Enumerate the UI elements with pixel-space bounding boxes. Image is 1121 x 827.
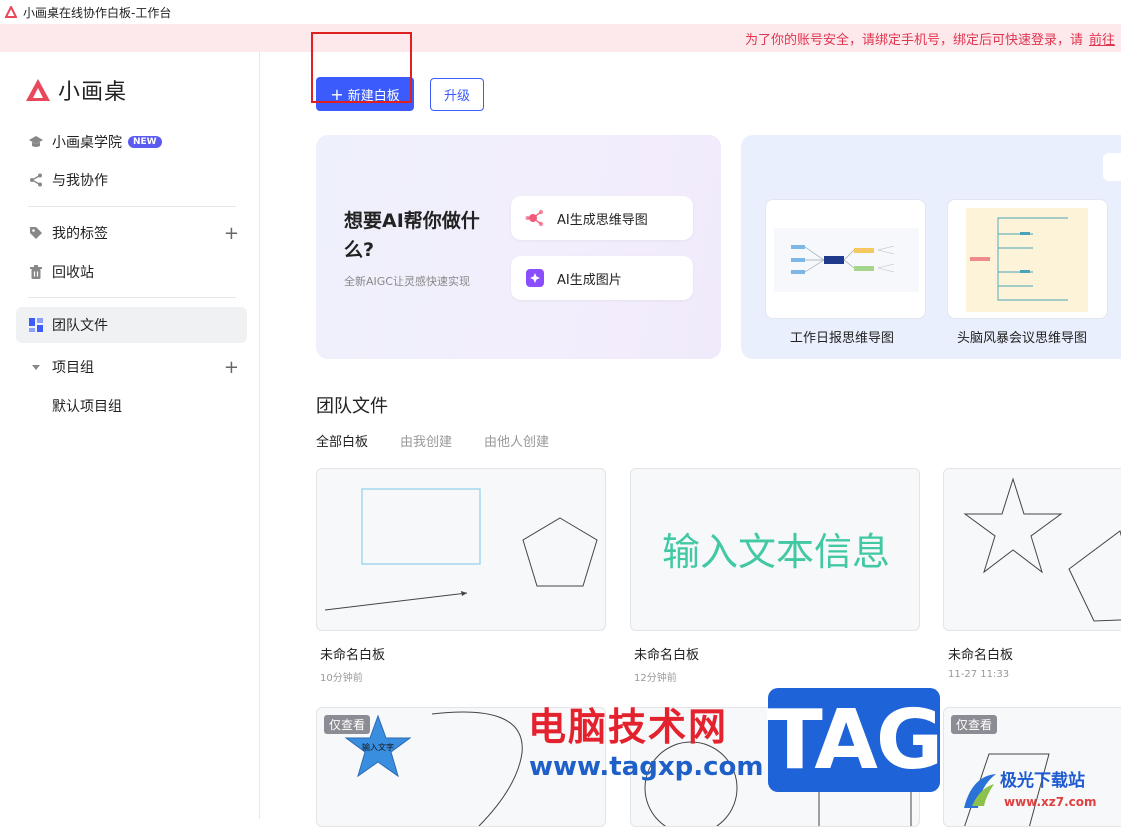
tab-created-by-me[interactable]: 由我创建 bbox=[400, 431, 452, 450]
sidebar-item-label: 我的标签 bbox=[52, 226, 108, 242]
templates-toggle[interactable] bbox=[1103, 153, 1121, 181]
window-titlebar: 小画桌在线协作白板-工作台 bbox=[0, 0, 1121, 24]
sidebar-divider bbox=[28, 206, 236, 207]
notice-text: 为了你的账号安全，请绑定手机号，绑定后可快速登录，请 bbox=[744, 32, 1083, 48]
ai-mindmap-label: AI生成思维导图 bbox=[557, 212, 648, 228]
board-time: 11-27 11:33 bbox=[948, 669, 1010, 680]
ai-promo-card: 想要AI帮你做什么? 全新AIGC让灵感快速实现 AI生成思维导图 AI生成图片 bbox=[316, 135, 721, 359]
sidebar-item-trash[interactable]: 回收站 bbox=[16, 254, 247, 290]
board-card[interactable] bbox=[316, 468, 606, 631]
templates-card: 工作日报思维导图 头脑风暴会议思维导图 bbox=[741, 135, 1121, 359]
brand[interactable]: 小画桌 bbox=[24, 74, 127, 106]
sidebar-item-tags[interactable]: 我的标签 + bbox=[16, 215, 247, 251]
add-project-plus-icon[interactable]: + bbox=[224, 357, 239, 378]
star-text: 输入文字 bbox=[362, 742, 394, 752]
template-thumbnail bbox=[966, 208, 1088, 312]
template-thumbnail bbox=[774, 228, 919, 292]
trash-icon bbox=[28, 264, 44, 280]
ai-subtitle: 全新AIGC让灵感快速实现 bbox=[344, 275, 470, 288]
filter-tabs: 全部白板 由我创建 由他人创建 bbox=[316, 431, 581, 450]
read-only-badge: 仅查看 bbox=[324, 715, 371, 734]
board-name: 未命名白板 bbox=[634, 648, 700, 663]
image-sparkle-icon bbox=[526, 269, 544, 287]
sidebar-item-label: 与我协作 bbox=[52, 173, 108, 189]
sidebar-divider bbox=[28, 297, 236, 298]
template-daily-report[interactable] bbox=[765, 199, 926, 319]
board-thumbnail bbox=[324, 488, 598, 611]
ai-mindmap-button[interactable]: AI生成思维导图 bbox=[511, 196, 693, 240]
brand-logo-icon bbox=[26, 79, 50, 101]
board-time: 10分钟前 bbox=[320, 673, 363, 684]
template-brainstorm[interactable] bbox=[947, 199, 1108, 319]
tab-all[interactable]: 全部白板 bbox=[316, 431, 368, 450]
new-board-button[interactable]: + 新建白板 bbox=[316, 77, 414, 111]
watermark-text-cn: 电脑技术网 bbox=[528, 705, 729, 749]
sidebar-item-label: 小画桌学院 bbox=[52, 135, 122, 151]
watermark-url2: www.xz7.com bbox=[1004, 795, 1097, 809]
board-name: 未命名白板 bbox=[320, 648, 386, 663]
sidebar-item-label: 默认项目组 bbox=[52, 399, 122, 415]
app-logo-icon bbox=[5, 6, 17, 18]
security-notice-banner: 为了你的账号安全，请绑定手机号，绑定后可快速登录，请 前往 bbox=[0, 24, 1121, 52]
ai-image-button[interactable]: AI生成图片 bbox=[511, 256, 693, 300]
brand-name: 小画桌 bbox=[58, 80, 128, 105]
template-label: 头脑风暴会议思维导图 bbox=[957, 331, 1088, 346]
notice-link[interactable]: 前往 bbox=[1089, 29, 1115, 48]
sidebar: 小画桌 小画桌学院 NEW 与我协作 我的标签 + 回收站 团队文件 项目组 +… bbox=[0, 52, 260, 819]
ai-title: 想要AI帮你做什么? bbox=[344, 210, 480, 261]
sidebar-item-label: 项目组 bbox=[52, 360, 94, 376]
watermark-jiguang-logo-icon bbox=[964, 774, 996, 808]
sidebar-item-label: 回收站 bbox=[52, 265, 94, 281]
sidebar-item-team-files[interactable]: 团队文件 bbox=[16, 307, 247, 343]
dashboard-icon bbox=[28, 317, 44, 333]
graduation-cap-icon bbox=[28, 134, 44, 150]
sidebar-item-projects[interactable]: 项目组 + bbox=[16, 349, 247, 385]
window-title: 小画桌在线协作白板-工作台 bbox=[23, 5, 172, 20]
board-time: 12分钟前 bbox=[634, 673, 677, 684]
watermark-tag-logo: TAG bbox=[767, 688, 943, 792]
read-only-badge: 仅查看 bbox=[951, 715, 998, 734]
new-badge: NEW bbox=[128, 136, 162, 148]
template-label: 工作日报思维导图 bbox=[790, 331, 895, 346]
watermark-url: www.tagxp.com bbox=[529, 752, 764, 782]
tab-created-by-others[interactable]: 由他人创建 bbox=[484, 431, 549, 450]
add-tag-plus-icon[interactable]: + bbox=[224, 223, 239, 244]
section-title: 团队文件 bbox=[316, 396, 388, 417]
sidebar-item-academy[interactable]: 小画桌学院 NEW bbox=[16, 124, 247, 160]
sidebar-item-label: 团队文件 bbox=[52, 318, 108, 334]
sidebar-item-shared[interactable]: 与我协作 bbox=[16, 162, 247, 198]
board-thumbnail bbox=[963, 477, 1121, 622]
new-board-label: 新建白板 bbox=[347, 88, 400, 104]
plus-icon: + bbox=[330, 84, 344, 104]
upgrade-button[interactable]: 升级 bbox=[430, 78, 484, 111]
sidebar-item-default-project[interactable]: 默认项目组 bbox=[16, 388, 247, 424]
board-card[interactable] bbox=[943, 468, 1121, 631]
caret-down-icon bbox=[28, 359, 44, 375]
board-preview-text: 输入文本信息 bbox=[661, 530, 890, 574]
board-name: 未命名白板 bbox=[948, 648, 1014, 663]
mindmap-icon bbox=[525, 209, 544, 227]
watermark-site2: 极光下载站 bbox=[1000, 771, 1085, 791]
tag-icon bbox=[28, 225, 44, 241]
share-icon bbox=[28, 172, 44, 188]
board-card[interactable]: 输入文本信息 bbox=[630, 468, 920, 631]
ai-image-label: AI生成图片 bbox=[557, 272, 622, 288]
